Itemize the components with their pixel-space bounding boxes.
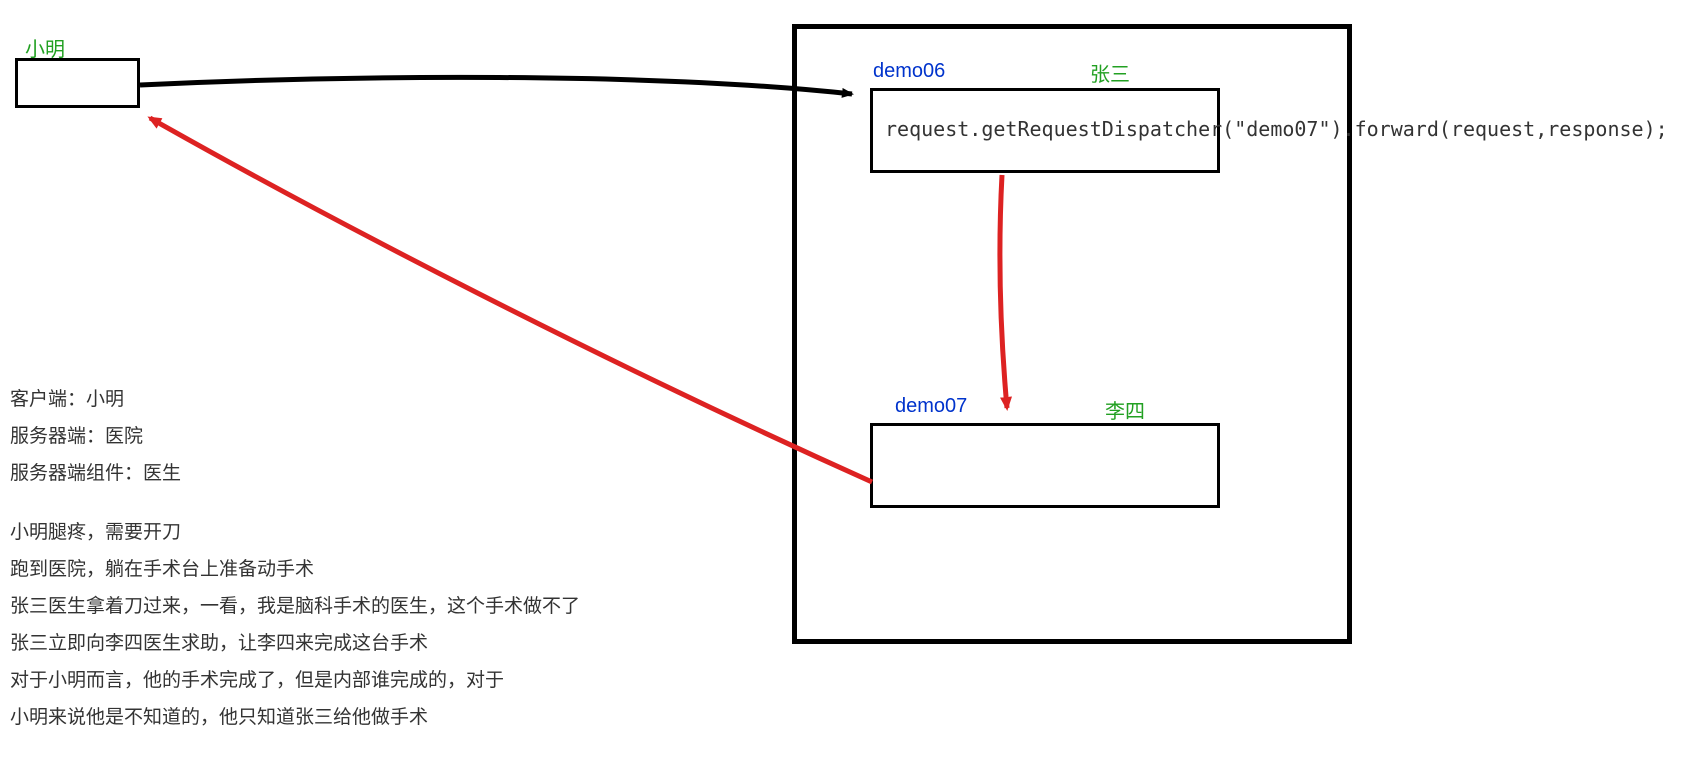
demo06-name-label: demo06 (873, 60, 945, 83)
desc-line-9: 小明来说他是不知道的，他只知道张三给他做手术 (10, 708, 580, 727)
desc-line-3: 服务器端组件：医生 (10, 464, 580, 483)
desc-line-4: 小明腿疼，需要开刀 (10, 523, 580, 542)
client-box (15, 58, 140, 108)
demo06-person-label: 张三 (1090, 58, 1130, 87)
desc-line-5: 跑到医院，躺在手术台上准备动手术 (10, 560, 580, 579)
arrow-client-to-demo06 (140, 77, 852, 94)
dispatcher-code-text: request.getRequestDispatcher("demo07").f… (885, 117, 1668, 141)
desc-line-6: 张三医生拿着刀过来，一看，我是脑科手术的医生，这个手术做不了 (10, 597, 580, 616)
desc-line-2: 服务器端：医院 (10, 427, 580, 446)
desc-line-7: 张三立即向李四医生求助，让李四来完成这台手术 (10, 634, 580, 653)
demo07-box (870, 423, 1220, 508)
description-block: 客户端：小明 服务器端：医院 服务器端组件：医生 小明腿疼，需要开刀 跑到医院，… (10, 390, 580, 745)
desc-line-1: 客户端：小明 (10, 390, 580, 409)
demo07-person-label: 李四 (1105, 395, 1145, 424)
desc-line-8: 对于小明而言，他的手术完成了，但是内部谁完成的，对于 (10, 671, 580, 690)
demo07-name-label: demo07 (895, 395, 967, 418)
